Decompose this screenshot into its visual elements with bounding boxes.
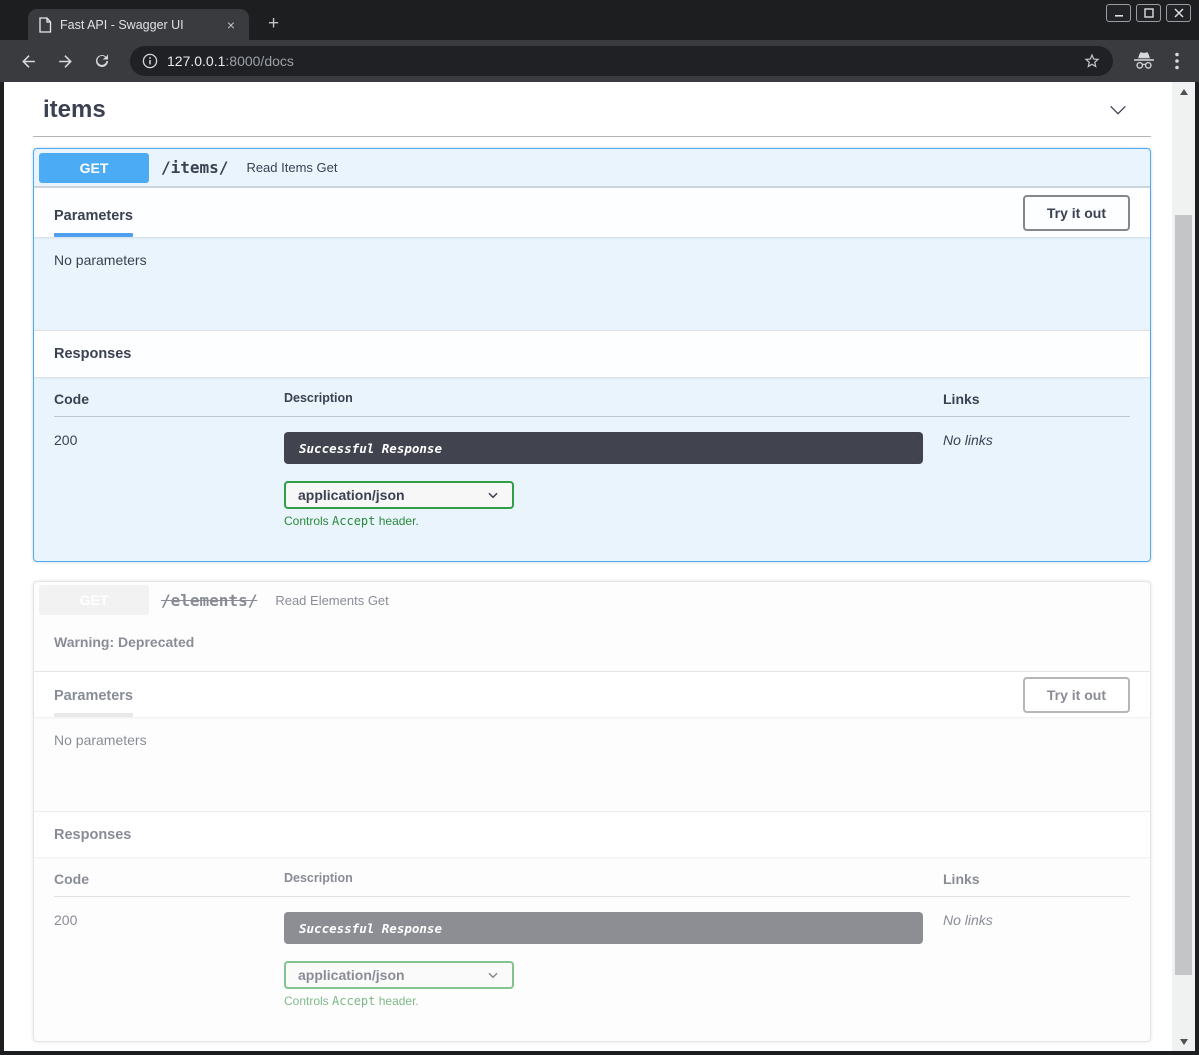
operation-get-items: GET /items/ Read Items Get Parameters Tr… [33,148,1151,562]
response-links: No links [943,432,1130,528]
forward-icon [56,52,75,71]
method-badge: GET [39,153,149,183]
browser-titlebar: Fast API - Swagger UI × + [0,0,1199,40]
responses-header: Responses [34,330,1150,377]
try-it-out-button[interactable]: Try it out [1023,195,1130,231]
responses-header: Responses [34,811,1150,857]
browser-menu-button[interactable] [1167,52,1187,70]
accept-header-note: Controls Accept header. [284,994,943,1008]
responses-table-head: Code Description Links [54,391,1130,417]
active-tab-underline [54,233,133,237]
document-icon [38,17,52,33]
close-button[interactable] [1166,4,1191,22]
operation-get-elements: GET /elements/ Read Elements Get Warning… [33,581,1151,1042]
endpoint-path: /items/ [149,158,238,177]
new-tab-button[interactable]: + [262,11,285,37]
back-icon [19,52,38,71]
browser-toolbar: 127.0.0.1:8000/docs [0,40,1199,82]
minimize-button[interactable] [1106,4,1131,22]
tab-title: Fast API - Swagger UI [60,18,215,32]
scroll-up-arrow[interactable] [1172,84,1195,99]
forward-button[interactable] [49,48,82,75]
responses-table-head: Code Description Links [54,871,1130,897]
section-chevron-icon[interactable] [1107,99,1129,121]
media-type-select[interactable]: application/json [284,961,514,989]
parameters-header: Parameters Try it out [34,187,1150,237]
menu-kebab-icon [1175,52,1179,70]
links-column-header: Links [943,391,1130,407]
no-parameters-text: No parameters [54,252,147,268]
reload-icon [93,52,111,70]
description-column-header: Description [284,871,943,887]
code-column-header: Code [54,391,284,407]
no-parameters-text: No parameters [54,732,147,748]
try-it-out-button[interactable]: Try it out [1023,677,1130,713]
browser-tab[interactable]: Fast API - Swagger UI × [28,9,249,40]
parameters-header: Parameters Try it out [34,671,1150,717]
response-code: 200 [54,432,284,528]
minimize-icon [1114,8,1124,18]
parameters-tab-label: Parameters [54,673,133,704]
responses-table: Code Description Links 200 Successful Re… [34,857,1150,1041]
accept-header-note: Controls Accept header. [284,514,943,528]
endpoint-summary: Read Items Get [238,160,337,175]
tag-section-header[interactable]: items [33,88,1151,137]
incognito-button[interactable] [1125,52,1163,70]
operation-summary[interactable]: GET /elements/ Read Elements Get [34,582,1150,618]
media-type-select[interactable]: application/json [284,481,514,509]
endpoint-summary: Read Elements Get [267,593,388,608]
deprecated-warning: Warning: Deprecated [34,618,1150,671]
response-description-box: Successful Response [284,912,923,944]
address-bar[interactable]: 127.0.0.1:8000/docs [130,46,1113,76]
responses-table: Code Description Links 200 Successful Re… [34,377,1150,561]
method-badge: GET [39,585,149,615]
info-icon[interactable] [142,53,158,69]
response-description-box: Successful Response [284,432,923,464]
url-text[interactable]: 127.0.0.1:8000/docs [167,53,294,69]
links-column-header: Links [943,871,1130,887]
bookmark-button[interactable] [1083,52,1101,70]
section-title: items [43,96,106,124]
select-chevron-icon [486,488,500,502]
maximize-icon [1144,8,1154,18]
select-chevron-icon [486,968,500,982]
tab-close-icon[interactable]: × [223,16,239,34]
parameters-tab-label: Parameters [54,193,133,224]
url-host: 127.0.0.1 [167,53,225,69]
media-type-value: application/json [298,487,405,503]
code-column-header: Code [54,871,284,887]
response-row-200: 200 Successful Response application/json… [54,897,1130,1008]
reload-button[interactable] [86,48,118,74]
response-row-200: 200 Successful Response application/json… [54,417,1130,528]
description-column-header: Description [284,391,943,407]
parameters-body: No parameters [34,237,1150,330]
close-icon [1174,8,1184,18]
response-links: No links [943,912,1130,1008]
back-button[interactable] [12,48,45,75]
scrollbar-thumb[interactable] [1175,215,1192,975]
responses-label: Responses [54,827,131,843]
page-scrollbar[interactable] [1172,82,1195,1051]
operation-summary[interactable]: GET /items/ Read Items Get [34,149,1150,187]
maximize-button[interactable] [1136,4,1161,22]
page-viewport: items GET /items/ Read Items Get Paramet… [4,82,1195,1051]
scroll-down-arrow[interactable] [1172,1034,1195,1049]
responses-label: Responses [54,346,131,362]
parameters-tab[interactable]: Parameters [54,188,133,237]
url-path: :8000/docs [225,53,294,69]
media-type-value: application/json [298,967,405,983]
parameters-tab[interactable]: Parameters [54,672,133,717]
parameters-body: No parameters [34,717,1150,811]
endpoint-path: /elements/ [149,591,267,610]
active-tab-underline [54,713,133,717]
incognito-icon [1133,52,1155,70]
response-code: 200 [54,912,284,1008]
bookmark-star-icon [1083,52,1101,70]
